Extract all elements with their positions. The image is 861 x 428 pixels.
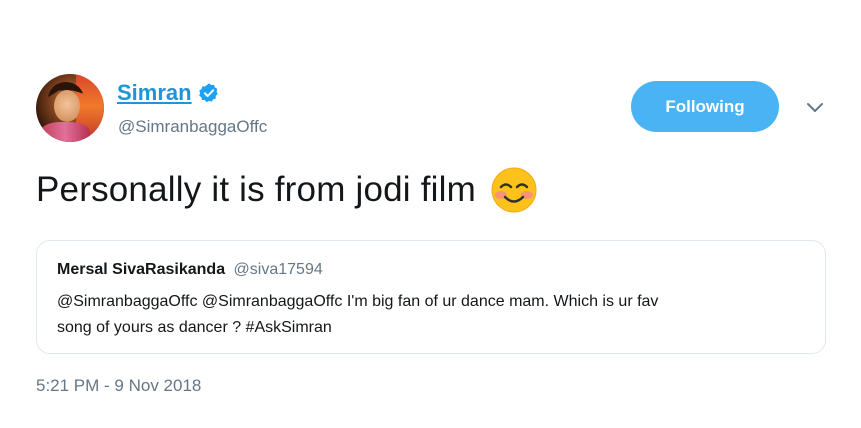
tweet-timestamp[interactable]: 5:21 PM - 9 Nov 2018 [36, 376, 201, 396]
tweet-text: Personally it is from jodi film [36, 166, 538, 214]
following-button[interactable]: Following [631, 81, 779, 132]
author-name-row: Simran [117, 80, 220, 106]
chevron-down-icon[interactable] [804, 98, 826, 116]
author-avatar[interactable] [36, 74, 104, 142]
avatar-face [54, 90, 80, 122]
tweet-text-content: Personally it is from jodi film [36, 170, 476, 209]
quoted-tweet-text: @SimranbaggaOffc @SimranbaggaOffc I'm bi… [57, 289, 807, 341]
quoted-tweet-header: Mersal SivaRasikanda @siva17594 [57, 261, 323, 279]
verified-badge-icon [198, 83, 218, 103]
avatar-clothing [40, 122, 90, 142]
quoted-author-handle: @siva17594 [233, 261, 323, 278]
author-display-name[interactable]: Simran [117, 80, 192, 106]
smiling-face-emoji-icon [491, 167, 537, 213]
quoted-tweet-line-1: @SimranbaggaOffc @SimranbaggaOffc I'm bi… [57, 293, 659, 310]
author-handle[interactable]: @SimranbaggaOffc [118, 117, 267, 137]
quoted-author-name: Mersal SivaRasikanda [57, 261, 226, 278]
quoted-tweet-line-2: song of yours as dancer ? #AskSimran [57, 319, 332, 336]
quoted-tweet-card[interactable]: Mersal SivaRasikanda @siva17594 @Simranb… [36, 240, 826, 354]
